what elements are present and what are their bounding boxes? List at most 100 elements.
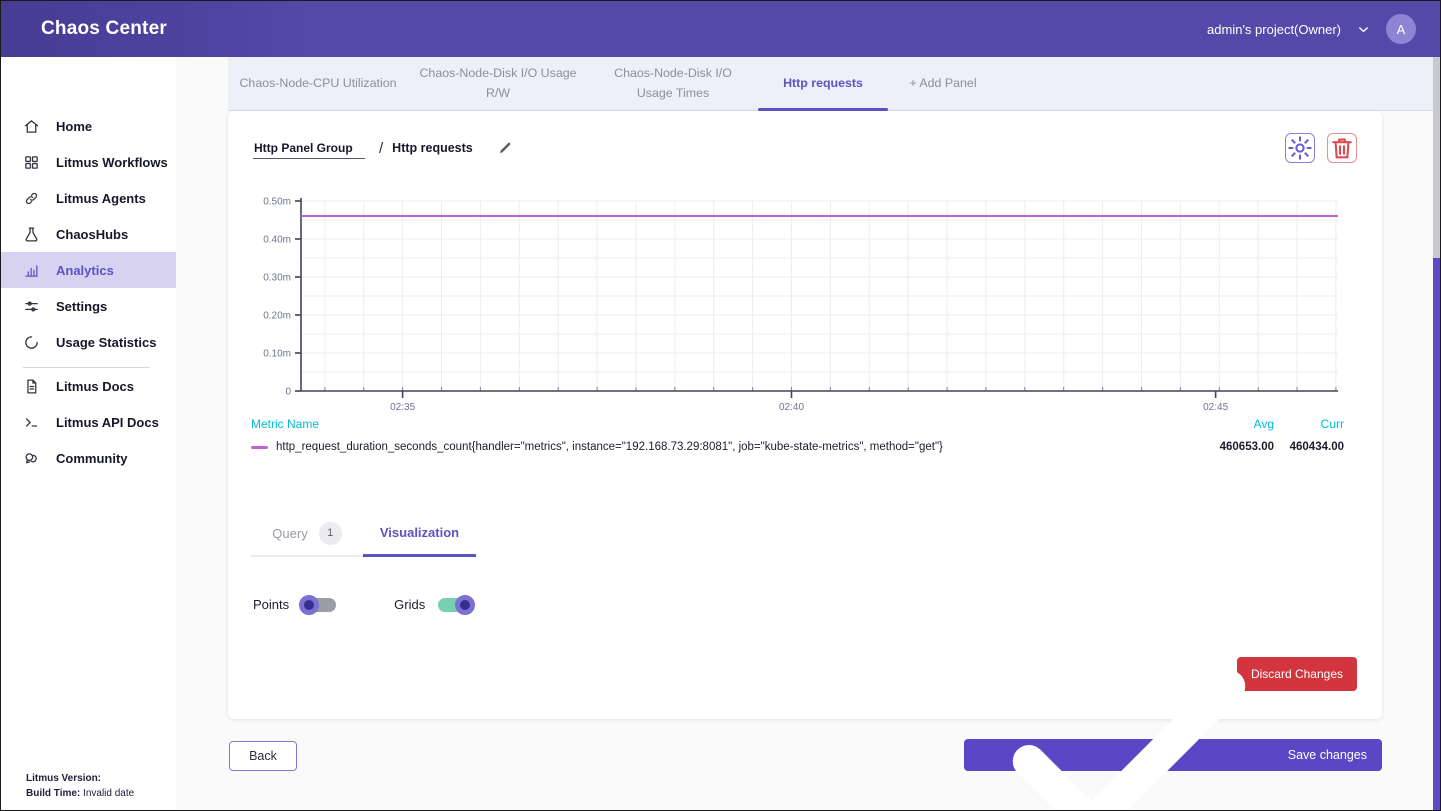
series-curr-value: 460434.00 [1274, 441, 1344, 453]
panel-tab-label: Chaos-Node-Disk I/O Usage Times [598, 64, 748, 102]
sliders-icon [23, 298, 40, 315]
svg-text:0.10m: 0.10m [263, 349, 291, 360]
sidebar-item-label: ChaosHubs [56, 227, 128, 242]
app-title: Chaos Center [41, 18, 167, 40]
tab-query[interactable]: Query 1 [251, 511, 363, 557]
sidebar-item-label: Home [56, 119, 92, 134]
toggle-label: Grids [394, 597, 425, 612]
sidebar-item-litmus-api-docs[interactable]: Litmus API Docs [1, 404, 176, 440]
check-icon [979, 605, 1279, 811]
legend-title: Metric Name [251, 417, 1204, 431]
app-header: Chaos Center admin's project(Owner) A [1, 1, 1440, 57]
svg-text:0.20m: 0.20m [263, 311, 291, 322]
loader-icon [23, 334, 40, 351]
sidebar-item-usage-statistics[interactable]: Usage Statistics [1, 324, 176, 360]
sidebar-item-litmus-agents[interactable]: Litmus Agents [1, 180, 176, 216]
panel-tab-http-requests[interactable]: Http requests [758, 57, 888, 110]
build-time-value: Invalid date [80, 788, 134, 799]
panel-delete-button[interactable] [1327, 133, 1357, 163]
tab-visualization[interactable]: Visualization [363, 511, 476, 557]
main-area: Chaos-Node-CPU Utilization Chaos-Node-Dis… [176, 57, 1440, 810]
save-changes-label: Save changes [1288, 748, 1367, 762]
grids-switch[interactable] [438, 598, 472, 612]
panel-tab-label: + Add Panel [909, 74, 976, 93]
page-scrollbar [1433, 57, 1440, 810]
document-icon [23, 378, 40, 395]
sidebar-item-litmus-docs[interactable]: Litmus Docs [1, 368, 176, 404]
pencil-icon[interactable] [497, 140, 513, 156]
sidebar-item-settings[interactable]: Settings [1, 288, 176, 324]
legend-avg-header: Avg [1204, 417, 1274, 431]
project-selector[interactable]: admin's project(Owner) [1207, 22, 1341, 37]
svg-text:02:35: 02:35 [390, 402, 415, 413]
panel-name: Http requests [392, 141, 473, 155]
build-time-label: Build Time: [26, 788, 80, 799]
save-changes-button[interactable]: Save changes [964, 739, 1382, 771]
chart-container: 0.50m0.40m0.30m0.20m0.10m002:3502:4002:4… [243, 193, 1353, 425]
chat-icon [23, 450, 40, 467]
chevron-down-icon [1356, 22, 1371, 37]
svg-text:02:40: 02:40 [779, 402, 804, 413]
panel-tab-chaos-node-disk-i-o-usage-r-w[interactable]: Chaos-Node-Disk I/O Usage R/W [408, 57, 588, 110]
back-button[interactable]: Back [229, 741, 297, 771]
bar-chart-icon [23, 262, 40, 279]
footer-actions: Back Save changes [228, 739, 1382, 775]
pencil-icon [497, 140, 513, 156]
legend-series-row: http_request_duration_seconds_count{hand… [251, 441, 1344, 453]
panel-settings-button[interactable] [1285, 133, 1315, 163]
add-panel-tab[interactable]: + Add Panel [888, 57, 998, 110]
sidebar-footer: Litmus Version: Build Time: Invalid date [26, 772, 134, 801]
toggle-group-grids: Grids [394, 597, 472, 612]
switch-knob [455, 595, 475, 615]
sidebar-item-label: Analytics [56, 263, 114, 278]
sidebar-item-label: Settings [56, 299, 107, 314]
sidebar: Home Litmus Workflows Litmus Agents ChaosHu… [1, 57, 176, 810]
toggle-group-points: Points [253, 597, 336, 612]
metrics-chart: 0.50m0.40m0.30m0.20m0.10m002:3502:4002:4… [243, 193, 1343, 423]
sidebar-item-label: Litmus Docs [56, 379, 134, 394]
sidebar-item-community[interactable]: Community [1, 440, 176, 476]
sidebar-item-analytics[interactable]: Analytics [1, 252, 176, 288]
app-root: Chaos Center admin's project(Owner) A Ho… [0, 0, 1441, 811]
tab-visualization-label: Visualization [380, 525, 459, 540]
check-icon [979, 605, 1279, 811]
series-color-dash [251, 446, 268, 449]
panel-tab-chaos-node-disk-i-o-usage-times[interactable]: Chaos-Node-Disk I/O Usage Times [588, 57, 758, 110]
scrollbar-thumb[interactable] [1433, 258, 1440, 810]
sidebar-nav: Home Litmus Workflows Litmus Agents ChaosHu… [1, 108, 176, 476]
trash-icon [1328, 134, 1356, 162]
chart-legend: Metric Name Avg Curr http_request_durati… [251, 417, 1344, 453]
home-icon [23, 118, 40, 135]
panel-tab-label: Chaos-Node-CPU Utilization [239, 74, 396, 93]
avatar[interactable]: A [1386, 14, 1416, 44]
panel-tabs: Chaos-Node-CPU Utilization Chaos-Node-Dis… [228, 57, 1440, 111]
editor-subtabs: Query 1 Visualization [251, 511, 476, 557]
sidebar-item-label: Litmus API Docs [56, 415, 159, 430]
svg-text:0.50m: 0.50m [263, 197, 291, 208]
panel-group-name-input[interactable] [253, 138, 365, 159]
panel-tab-chaos-node-cpu-utilization[interactable]: Chaos-Node-CPU Utilization [228, 57, 408, 110]
sidebar-item-litmus-workflows[interactable]: Litmus Workflows [1, 144, 176, 180]
svg-text:0: 0 [285, 387, 291, 398]
svg-text:0.40m: 0.40m [263, 235, 291, 246]
svg-text:0.30m: 0.30m [263, 273, 291, 284]
sidebar-item-chaoshubs[interactable]: ChaosHubs [1, 216, 176, 252]
series-metric-name: http_request_duration_seconds_count{hand… [276, 441, 1204, 453]
panel-tab-label: Http requests [783, 74, 863, 93]
series-avg-value: 460653.00 [1204, 441, 1274, 453]
link-icon [23, 190, 40, 207]
terminal-icon [23, 414, 40, 431]
sidebar-item-label: Litmus Workflows [56, 155, 168, 170]
legend-curr-header: Curr [1274, 417, 1344, 431]
header-right: admin's project(Owner) A [1207, 14, 1416, 44]
visualization-toggles: Points Grids [253, 597, 472, 612]
toggle-label: Points [253, 597, 289, 612]
sidebar-item-label: Usage Statistics [56, 335, 156, 350]
version-label: Litmus Version: [26, 773, 101, 784]
points-switch[interactable] [302, 598, 336, 612]
switch-knob [299, 595, 319, 615]
sidebar-item-home[interactable]: Home [1, 108, 176, 144]
chevron-down-icon[interactable] [1356, 22, 1371, 37]
workflows-icon [23, 154, 40, 171]
sidebar-item-label: Litmus Agents [56, 191, 146, 206]
